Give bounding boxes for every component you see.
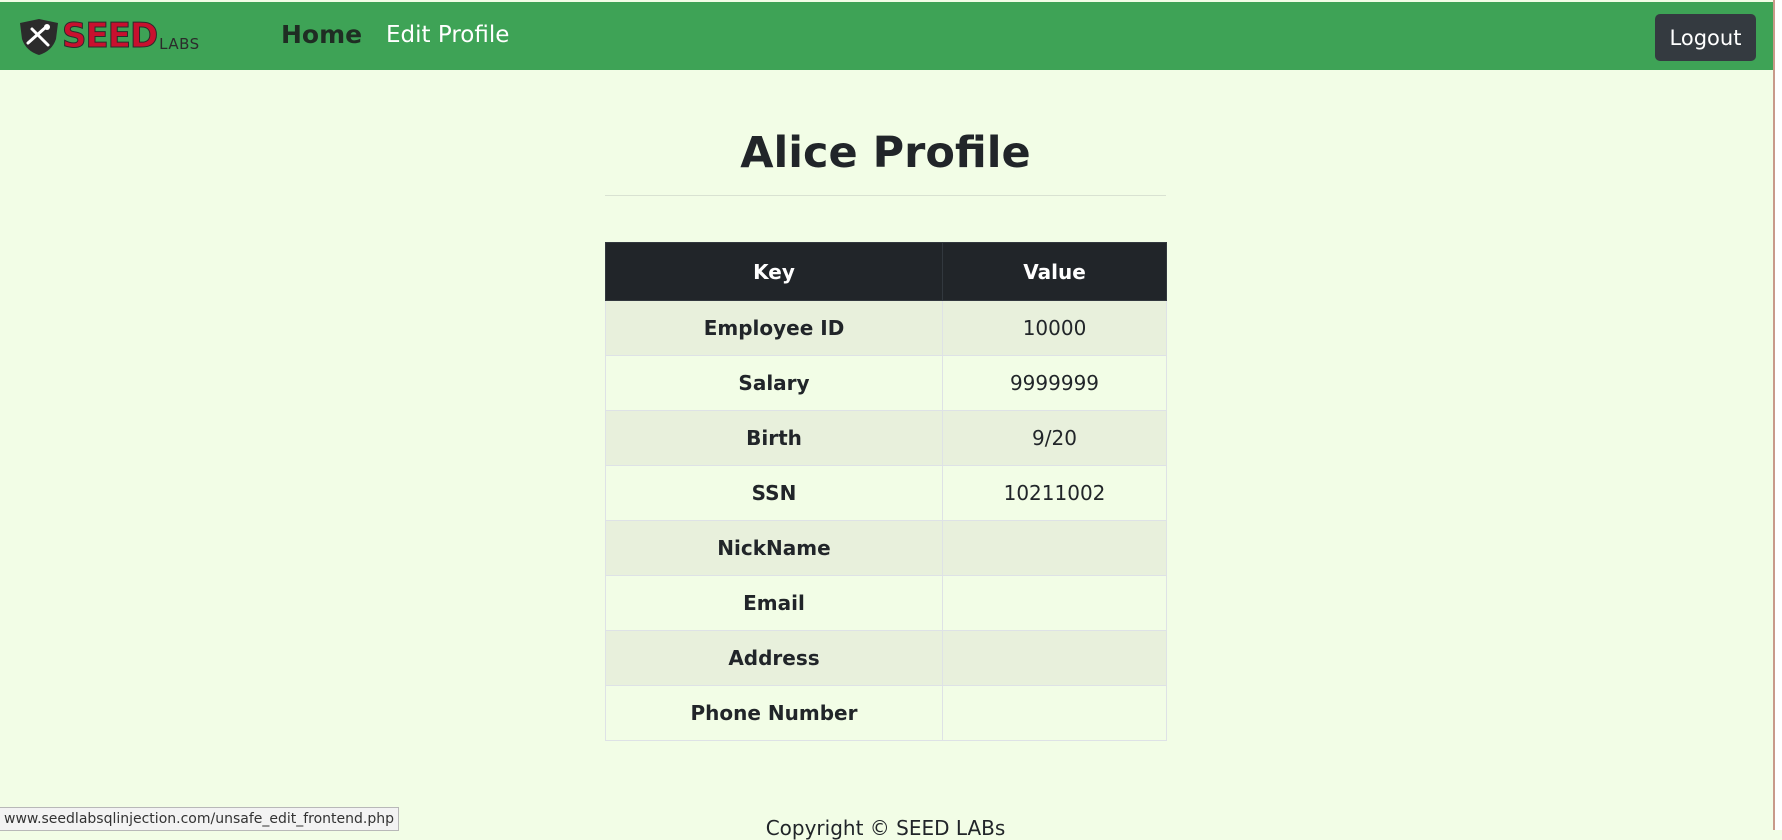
- row-key: Salary: [605, 355, 943, 411]
- top-navbar: SEED LABS Home Edit Profile Logout: [0, 2, 1773, 70]
- nav-edit-profile-link[interactable]: Edit Profile: [386, 22, 509, 48]
- row-key: Birth: [605, 410, 943, 466]
- row-key: Address: [605, 630, 943, 686]
- row-key: Email: [605, 575, 943, 631]
- shield-logo-icon: [20, 19, 58, 55]
- row-value: 9999999: [942, 355, 1167, 411]
- row-value: 9/20: [942, 410, 1167, 466]
- table-row: Employee ID 10000: [605, 300, 1167, 356]
- table-row: NickName: [605, 520, 1167, 576]
- table-row: Birth 9/20: [605, 410, 1167, 466]
- page-title: Alice Profile: [740, 128, 1031, 178]
- table-row: SSN 10211002: [605, 465, 1167, 521]
- nav-home-link[interactable]: Home: [281, 20, 362, 49]
- row-value: [942, 575, 1167, 631]
- table-row: Address: [605, 630, 1167, 686]
- row-key: SSN: [605, 465, 943, 521]
- row-value: [942, 685, 1167, 741]
- logout-button[interactable]: Logout: [1655, 14, 1756, 61]
- row-value: [942, 520, 1167, 576]
- footer-copyright: Copyright © SEED LABs: [765, 816, 1006, 840]
- row-value: [942, 630, 1167, 686]
- row-key: Employee ID: [605, 300, 943, 356]
- table-row: Phone Number: [605, 685, 1167, 741]
- profile-table: Key Value Employee ID 10000 Salary 99999…: [605, 242, 1167, 741]
- window-edge: [1773, 0, 1782, 830]
- table-row: Email: [605, 575, 1167, 631]
- logo-labs-text: LABS: [159, 35, 200, 53]
- logo-seed-text: SEED: [61, 16, 158, 56]
- title-divider: [605, 195, 1166, 196]
- seed-labs-logo[interactable]: SEED LABS: [16, 16, 216, 58]
- column-header-value: Value: [942, 242, 1167, 301]
- status-bar-url: www.seedlabsqlinjection.com/unsafe_edit_…: [0, 807, 400, 831]
- table-header-row: Key Value: [605, 242, 1167, 301]
- row-value: 10000: [942, 300, 1167, 356]
- column-header-key: Key: [605, 242, 943, 301]
- row-key: NickName: [605, 520, 943, 576]
- table-row: Salary 9999999: [605, 355, 1167, 411]
- row-key: Phone Number: [605, 685, 943, 741]
- row-value: 10211002: [942, 465, 1167, 521]
